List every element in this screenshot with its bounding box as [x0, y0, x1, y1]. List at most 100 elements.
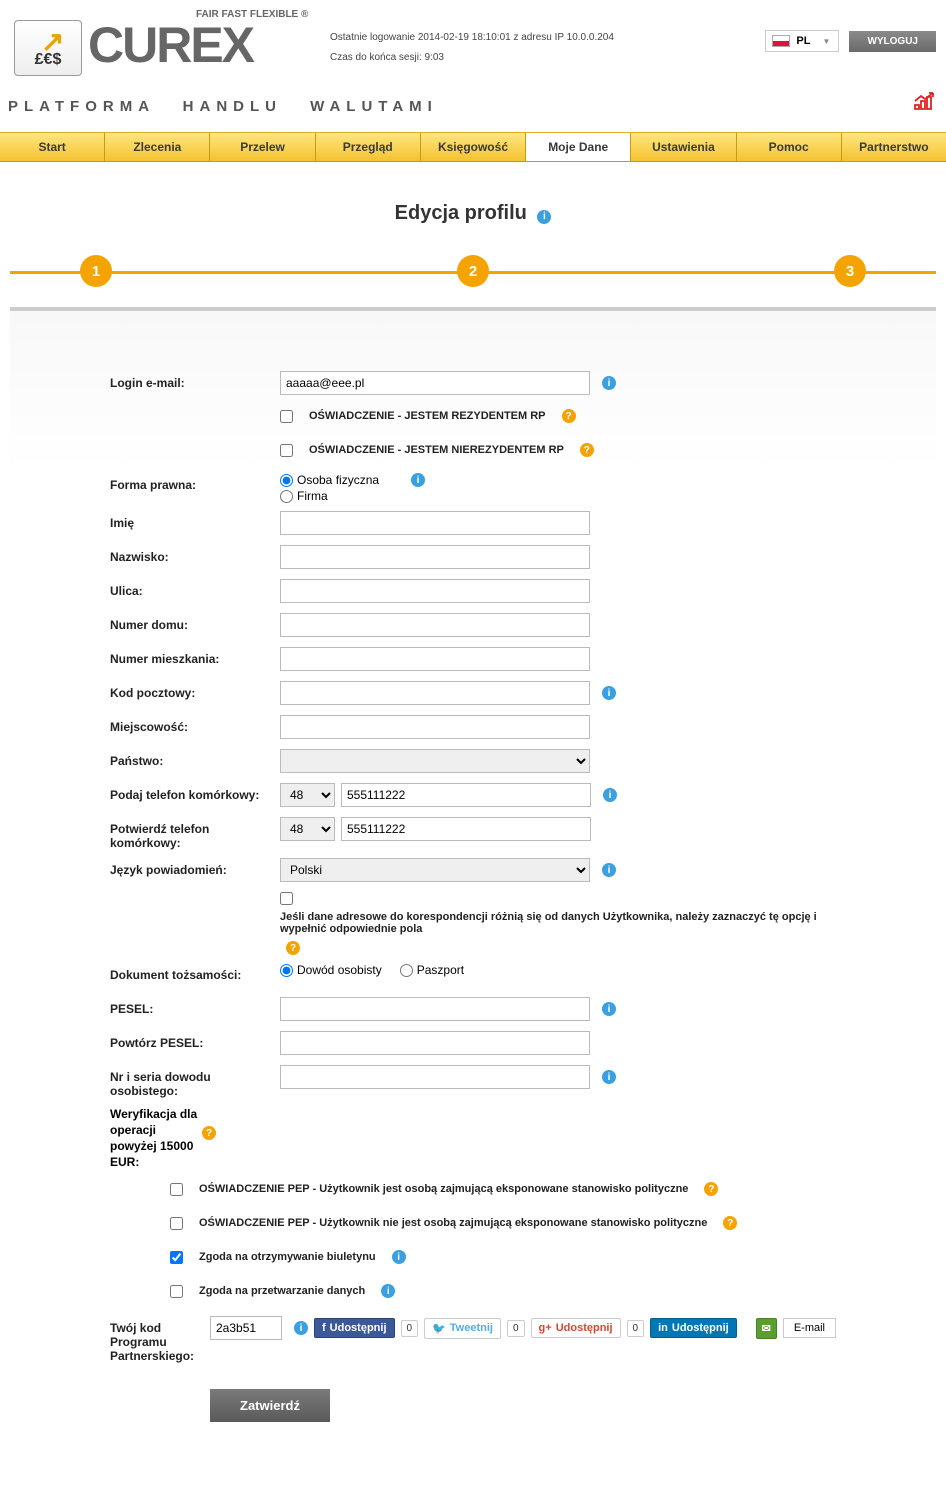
tagline: PLATFORMA HANDLU WALUTAMI [8, 98, 438, 115]
step-1[interactable]: 1 [80, 255, 112, 287]
partner-code-label: Twój kod Programu Partnerskiego: [110, 1316, 210, 1363]
info-icon[interactable]: i [392, 1250, 406, 1264]
nav-przelew[interactable]: Przelew [210, 133, 315, 161]
logo-slogan: FAIR FAST FLEXIBLE ® [196, 9, 308, 20]
help-icon[interactable]: ? [704, 1182, 718, 1196]
lastname-label: Nazwisko: [110, 545, 280, 564]
id-doc-passport-option[interactable]: Paszport [400, 963, 464, 977]
correspondence-note: Jeśli dane adresowe do korespondencji ró… [280, 911, 836, 935]
firstname-label: Imię [110, 511, 280, 530]
step-3[interactable]: 3 [834, 255, 866, 287]
mobile-confirm-number-input[interactable] [341, 817, 591, 841]
info-icon[interactable]: i [294, 1321, 308, 1335]
nav-pomoc[interactable]: Pomoc [737, 133, 842, 161]
step-2[interactable]: 2 [457, 255, 489, 287]
info-icon[interactable]: i [602, 376, 616, 390]
pep-no-text: OŚWIADCZENIE PEP - Użytkownik nie jest o… [199, 1217, 707, 1229]
nav-ksiegowosc[interactable]: Księgowość [421, 133, 526, 161]
country-select[interactable] [280, 749, 590, 773]
chart-icon[interactable] [914, 92, 936, 116]
info-icon[interactable]: i [603, 788, 617, 802]
info-icon[interactable]: i [381, 1284, 395, 1298]
pep-no-checkbox[interactable] [170, 1217, 183, 1230]
logo[interactable]: £€$ CUREX FAIR FAST FLEXIBLE ® [10, 10, 310, 90]
legal-form-person-option[interactable]: Osoba fizyczna [280, 473, 379, 487]
nonresident-declaration-text: OŚWIADCZENIE - JESTEM NIEREZYDENTEM RP [309, 444, 564, 456]
nav-start[interactable]: Start [0, 133, 105, 161]
email-share-button[interactable]: E-mail [783, 1318, 836, 1338]
nav-zlecenia[interactable]: Zlecenia [105, 133, 210, 161]
info-icon[interactable]: i [602, 686, 616, 700]
postal-input[interactable] [280, 681, 590, 705]
postal-label: Kod pocztowy: [110, 681, 280, 700]
help-icon[interactable]: ? [723, 1216, 737, 1230]
pep-yes-checkbox[interactable] [170, 1183, 183, 1196]
language-selector[interactable]: PL [765, 30, 839, 52]
id-series-input[interactable] [280, 1065, 590, 1089]
logo-mark: £€$ [14, 20, 82, 76]
help-icon[interactable]: ? [580, 443, 594, 457]
verification-label: Weryfikacja dla operacji powyżej 15000 E… [110, 1106, 200, 1170]
resident-declaration-text: OŚWIADCZENIE - JESTEM REZYDENTEM RP [309, 410, 546, 422]
pesel-input[interactable] [280, 997, 590, 1021]
login-email-label: Login e-mail: [110, 371, 280, 390]
partner-code-input[interactable] [210, 1316, 282, 1340]
apt-no-input[interactable] [280, 647, 590, 671]
help-icon[interactable]: ? [286, 941, 300, 955]
info-icon[interactable]: i [602, 1070, 616, 1084]
mobile-prefix-select[interactable]: 48 [280, 783, 335, 807]
lastname-input[interactable] [280, 545, 590, 569]
data-processing-text: Zgoda na przetwarzanie danych [199, 1285, 365, 1297]
page-title: Edycja profilu [395, 202, 527, 225]
house-no-input[interactable] [280, 613, 590, 637]
nav-ustawienia[interactable]: Ustawienia [631, 133, 736, 161]
mobile-confirm-prefix-select[interactable]: 48 [280, 817, 335, 841]
linkedin-icon: in [658, 1322, 668, 1334]
email-share-icon[interactable]: ✉ [756, 1318, 777, 1339]
logout-button[interactable]: WYLOGUJ [849, 31, 936, 52]
info-icon[interactable]: i [602, 1002, 616, 1016]
nav-partnerstwo[interactable]: Partnerstwo [842, 133, 946, 161]
googleplus-count: 0 [627, 1320, 645, 1337]
country-label: Państwo: [110, 749, 280, 768]
language-code: PL [796, 35, 810, 47]
logo-text: CUREX [88, 16, 253, 74]
mobile-number-input[interactable] [341, 783, 591, 807]
twitter-icon: 🐦 [432, 1322, 446, 1335]
correspondence-address-checkbox[interactable] [280, 892, 293, 905]
help-icon[interactable]: ? [562, 409, 576, 423]
newsletter-text: Zgoda na otrzymywanie biuletynu [199, 1251, 376, 1263]
linkedin-share-button[interactable]: in Udostępnij [650, 1318, 737, 1338]
main-nav: Start Zlecenia Przelew Przegląd Księgowo… [0, 132, 946, 162]
street-label: Ulica: [110, 579, 280, 598]
facebook-share-button[interactable]: f Udostępnij [314, 1318, 395, 1338]
resident-checkbox[interactable] [280, 410, 293, 423]
street-input[interactable] [280, 579, 590, 603]
firstname-input[interactable] [280, 511, 590, 535]
mobile-confirm-label: Potwierdź telefon komórkowy: [110, 817, 280, 850]
twitter-share-button[interactable]: 🐦 Tweetnij [424, 1318, 501, 1339]
newsletter-checkbox[interactable] [170, 1251, 183, 1264]
legal-form-company-option[interactable]: Firma [280, 489, 328, 503]
pesel-repeat-input[interactable] [280, 1031, 590, 1055]
id-doc-dowod-option[interactable]: Dowód osobisty [280, 963, 382, 977]
session-time-text: Czas do końca sesji: 9:03 [330, 48, 614, 68]
twitter-count: 0 [507, 1320, 525, 1337]
city-input[interactable] [280, 715, 590, 739]
help-icon[interactable]: ? [202, 1126, 216, 1140]
house-no-label: Numer domu: [110, 613, 280, 632]
submit-button[interactable]: Zatwierdź [210, 1389, 330, 1422]
data-processing-checkbox[interactable] [170, 1285, 183, 1298]
nav-przeglad[interactable]: Przegląd [316, 133, 421, 161]
nav-moje-dane[interactable]: Moje Dane [526, 133, 631, 161]
notification-lang-select[interactable]: Polski [280, 858, 590, 882]
pesel-label: PESEL: [110, 997, 280, 1016]
info-icon[interactable]: i [537, 210, 551, 224]
last-login-text: Ostatnie logowanie 2014-02-19 18:10:01 z… [330, 28, 614, 48]
login-email-input[interactable] [280, 371, 590, 395]
nonresident-checkbox[interactable] [280, 444, 293, 457]
googleplus-share-button[interactable]: g+ Udostępnij [531, 1318, 621, 1338]
info-icon[interactable]: i [602, 863, 616, 877]
info-icon[interactable]: i [411, 473, 425, 487]
apt-no-label: Numer mieszkania: [110, 647, 280, 666]
